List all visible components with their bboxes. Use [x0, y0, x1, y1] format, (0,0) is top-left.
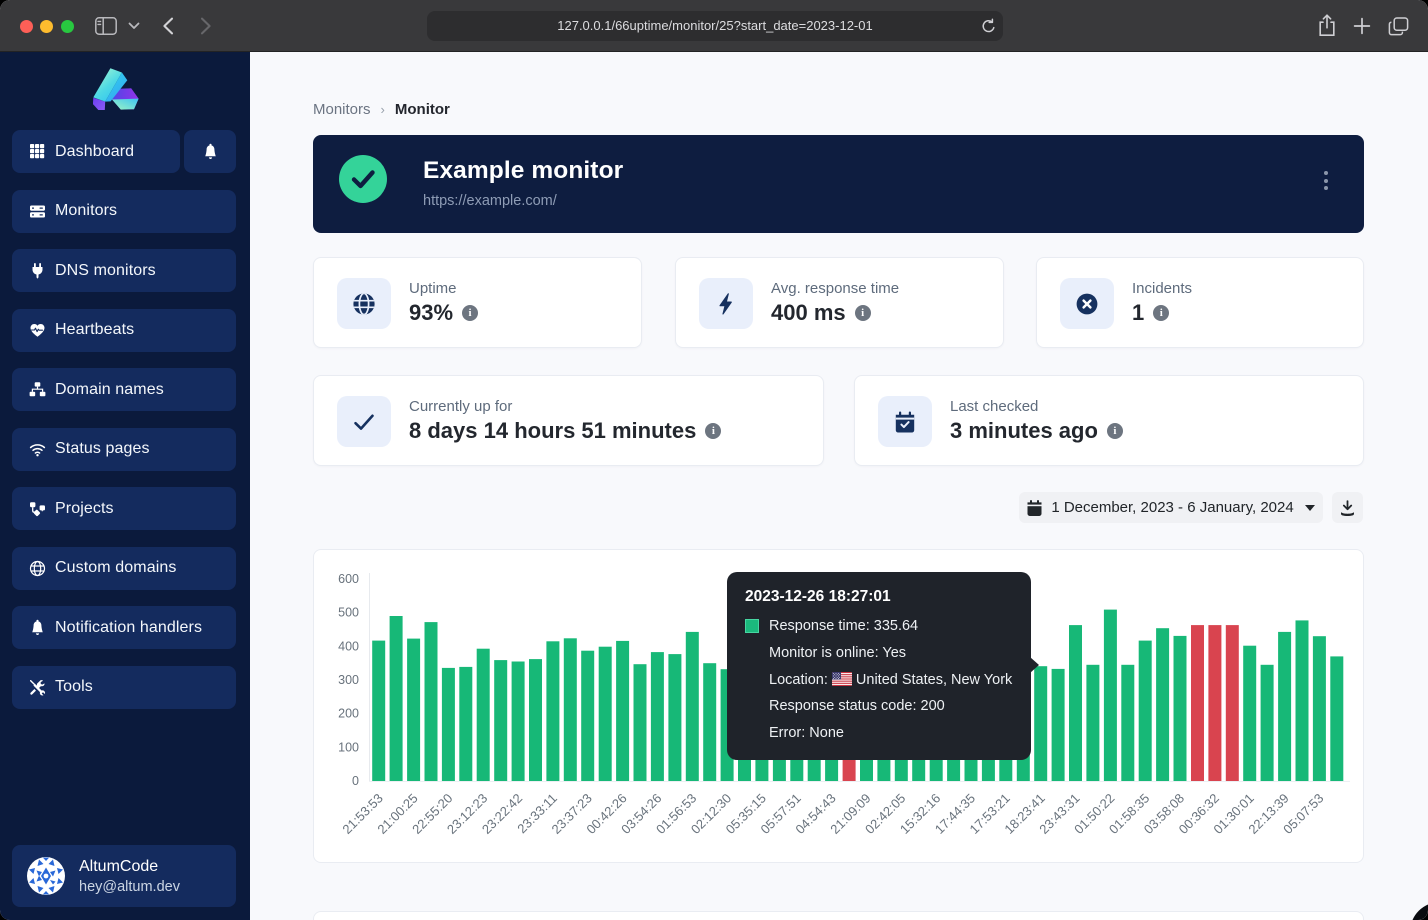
- svg-text:0: 0: [352, 774, 359, 788]
- svg-text:100: 100: [338, 740, 359, 754]
- svg-text:300: 300: [338, 673, 359, 687]
- svg-text:200: 200: [338, 707, 359, 721]
- svg-text:600: 600: [338, 572, 359, 586]
- svg-text:400: 400: [338, 639, 359, 653]
- svg-text:500: 500: [338, 606, 359, 620]
